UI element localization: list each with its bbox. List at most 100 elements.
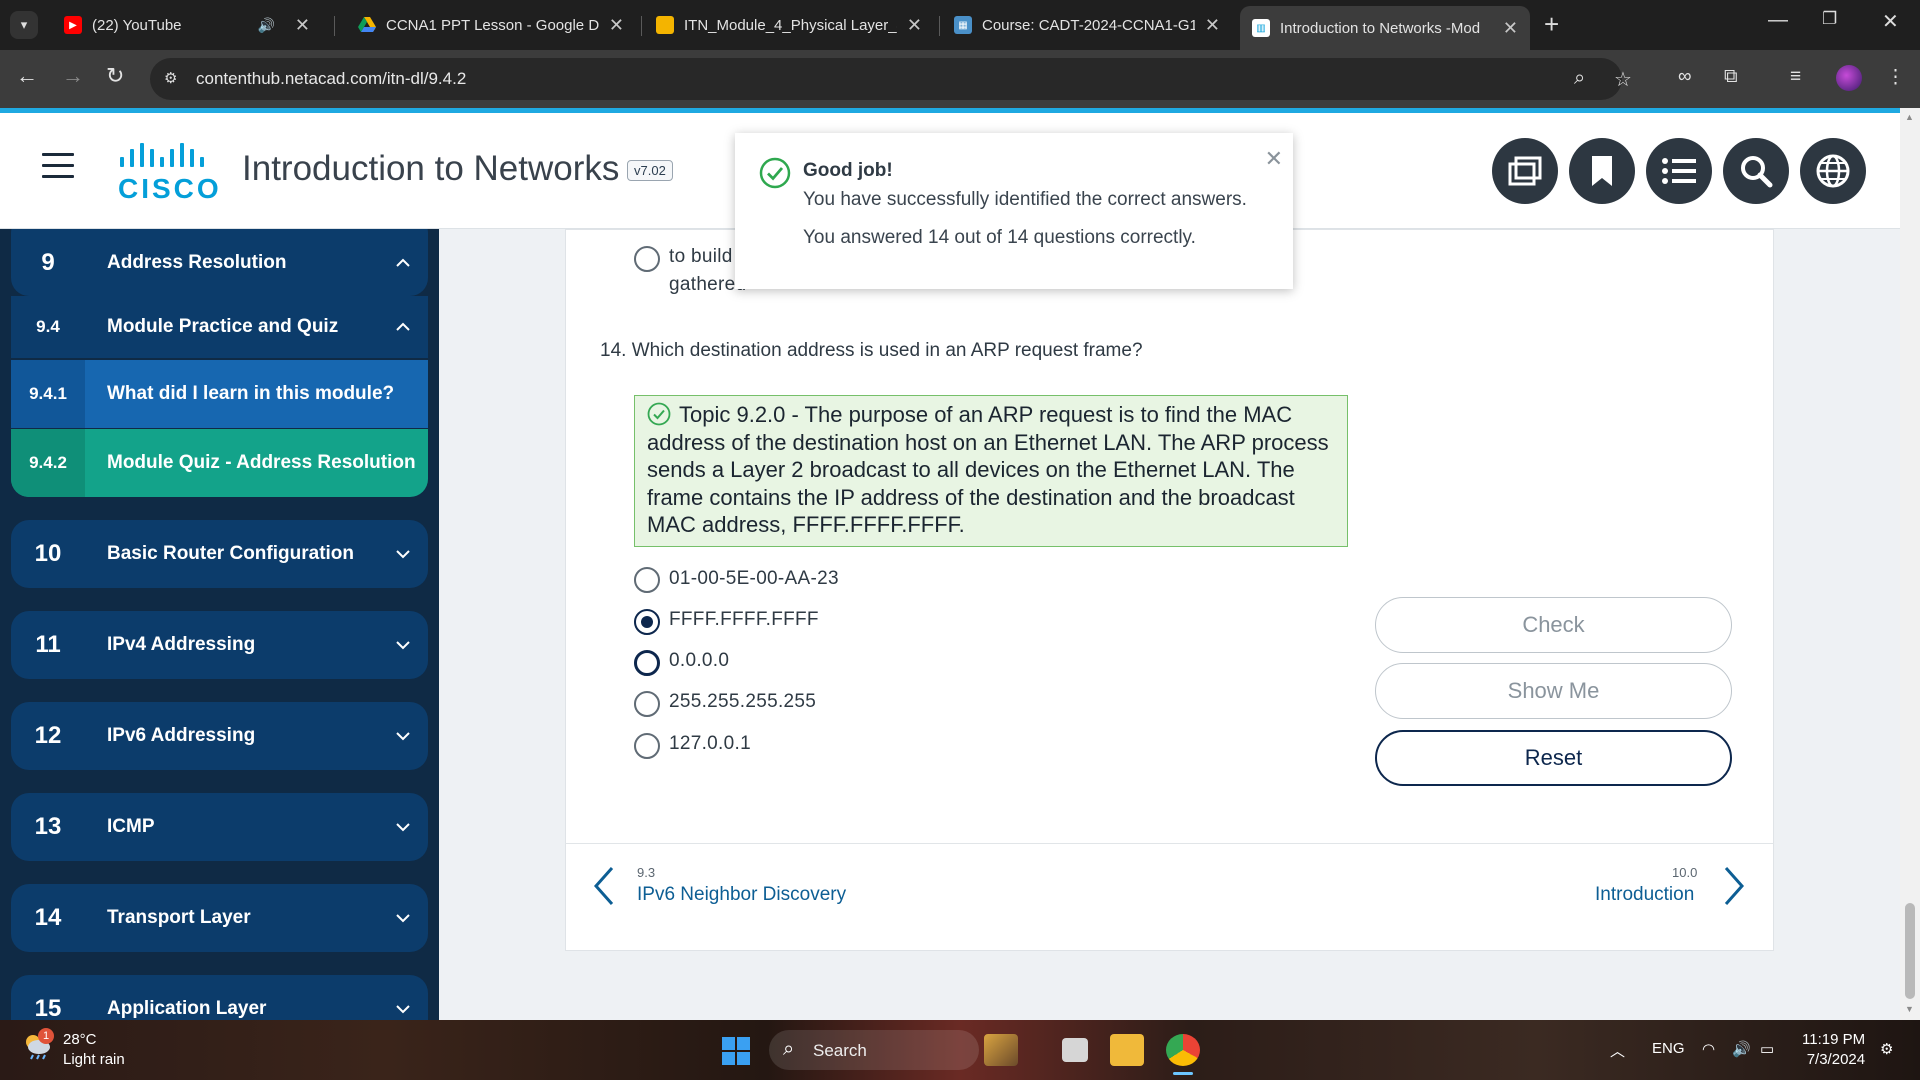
chevron-down-icon[interactable] (396, 638, 410, 652)
active-app-indicator (1173, 1072, 1193, 1075)
radio-option-4[interactable] (634, 691, 660, 717)
books-app-icon[interactable] (984, 1034, 1018, 1066)
chevron-down-icon[interactable] (396, 911, 410, 925)
reload-icon[interactable]: ↻ (106, 63, 124, 89)
next-section-link[interactable]: Introduction (1595, 884, 1694, 906)
sidebar-module-9[interactable]: 9 Address Resolution (11, 229, 428, 296)
tab-introduction-to-networks[interactable]: ▥ Introduction to Networks -Mod ✕ (1240, 6, 1530, 50)
radio-button[interactable] (634, 246, 660, 272)
page-scrollbar[interactable]: ▲ ▼ (1900, 108, 1920, 1020)
option-text[interactable]: FFFF.FFFF.FFFF (669, 609, 819, 631)
weather-condition[interactable]: Light rain (63, 1051, 125, 1068)
chevron-down-icon[interactable] (396, 1002, 410, 1016)
restore-icon[interactable]: ❐ (1822, 9, 1837, 29)
close-window-icon[interactable]: ✕ (1882, 9, 1899, 34)
chrome-icon[interactable] (1166, 1034, 1200, 1066)
sidebar-module-12[interactable]: 12 IPv6 Addressing (11, 702, 428, 770)
new-tab-button[interactable]: + (1544, 10, 1559, 38)
volume-icon[interactable]: 🔊 (1732, 1040, 1751, 1058)
notifications-icon[interactable]: ⚙ (1880, 1040, 1893, 1058)
language-indicator[interactable]: ENG (1652, 1040, 1685, 1057)
sidebar-module-15[interactable]: 15 Application Layer (11, 975, 428, 1020)
option-text[interactable]: 127.0.0.1 (669, 733, 751, 755)
index-button[interactable] (1646, 138, 1712, 204)
chevron-up-icon[interactable] (396, 256, 410, 270)
zoom-icon[interactable]: ⌕ (1574, 67, 1585, 90)
check-button[interactable]: Check (1375, 597, 1732, 653)
sidebar-section-9-4[interactable]: 9.4 Module Practice and Quiz (11, 296, 428, 358)
extension-icon[interactable]: ∞ (1678, 66, 1692, 88)
weather-temperature[interactable]: 28°C (63, 1031, 97, 1048)
forward-icon[interactable]: → (62, 63, 84, 89)
puzzle-icon[interactable]: ⧉ (1724, 66, 1738, 88)
tab-search-button[interactable]: ▾ (10, 11, 38, 39)
course-sidebar: 9 Address Resolution 9.4 Module Practice… (0, 229, 439, 1020)
option-text[interactable]: 255.255.255.255 (669, 691, 816, 713)
tab-google-drive[interactable]: CCNA1 PPT Lesson - Google Dr ✕ (346, 8, 636, 42)
radio-option-1[interactable] (634, 567, 660, 593)
chevron-up-icon[interactable] (396, 320, 410, 334)
chevron-down-icon[interactable] (396, 820, 410, 834)
close-tab-icon[interactable]: ✕ (1503, 18, 1518, 39)
back-icon[interactable]: ← (16, 63, 38, 89)
scrollbar-thumb[interactable] (1905, 903, 1915, 999)
tray-overflow-icon[interactable]: ︿ (1610, 1040, 1625, 1061)
option-text[interactable]: 01-00-5E-00-AA-23 (669, 568, 839, 590)
task-view-icon[interactable] (1062, 1038, 1088, 1062)
radio-option-5[interactable] (634, 733, 660, 759)
wifi-icon[interactable]: ◠ (1702, 1040, 1715, 1058)
close-tab-icon[interactable]: ✕ (1205, 15, 1220, 36)
scroll-down-arrow-icon[interactable]: ▼ (1905, 1004, 1914, 1014)
taskbar-search[interactable]: ⌕ Search (769, 1030, 979, 1070)
sidebar-module-11[interactable]: 11 IPv4 Addressing (11, 611, 428, 679)
speaker-icon[interactable]: 🔊 (257, 17, 274, 34)
prev-section-link[interactable]: IPv6 Neighbor Discovery (637, 884, 846, 906)
file-explorer-icon[interactable] (1110, 1034, 1144, 1066)
media-control-icon[interactable]: ≡ (1790, 66, 1801, 88)
chevron-down-icon[interactable] (396, 547, 410, 561)
bookmark-button[interactable] (1569, 138, 1635, 204)
sidebar-module-10[interactable]: 10 Basic Router Configuration (11, 520, 428, 588)
tab-youtube[interactable]: ▶ (22) YouTube 🔊 ✕ (52, 8, 322, 42)
course-title: Introduction to Networks (242, 149, 620, 188)
close-tab-icon[interactable]: ✕ (295, 15, 310, 36)
url-text[interactable]: contenthub.netacad.com/itn-dl/9.4.2 (196, 69, 466, 89)
search-button[interactable] (1723, 138, 1789, 204)
show-me-button[interactable]: Show Me (1375, 663, 1732, 719)
browser-menu-icon[interactable]: ⋮ (1886, 66, 1905, 89)
sidebar-module-13[interactable]: 13 ICMP (11, 793, 428, 861)
start-button[interactable] (722, 1037, 750, 1065)
site-info-icon[interactable]: ⚙ (164, 69, 177, 87)
chevron-right-icon[interactable] (1722, 866, 1746, 906)
close-tab-icon[interactable]: ✕ (907, 15, 922, 36)
clock[interactable]: 11:19 PM 7/3/2024 (1802, 1030, 1865, 1070)
chevron-down-icon[interactable] (396, 729, 410, 743)
tab-slides[interactable]: ITN_Module_4_Physical Layer_4 ✕ (644, 8, 934, 42)
address-bar[interactable]: ⚙ contenthub.netacad.com/itn-dl/9.4.2 ⌕ … (150, 58, 1632, 100)
close-icon[interactable]: ✕ (1265, 146, 1283, 172)
sidebar-module-14[interactable]: 14 Transport Layer (11, 884, 428, 952)
scroll-up-arrow-icon[interactable]: ▲ (1905, 112, 1914, 122)
minimize-icon[interactable]: — (1768, 9, 1788, 32)
sidebar-item-9-4-2[interactable]: 9.4.2 Module Quiz - Address Resolution (11, 429, 428, 497)
battery-icon[interactable]: ▭ (1760, 1040, 1774, 1058)
hamburger-menu-icon[interactable] (42, 153, 74, 179)
tab-course[interactable]: ▦ Course: CADT-2024-CCNA1-G1 ✕ (942, 8, 1232, 42)
option-text[interactable]: 0.0.0.0 (669, 650, 729, 672)
sidebar-item-9-4-1[interactable]: 9.4.1 What did I learn in this module? (11, 360, 428, 428)
resources-button[interactable] (1492, 138, 1558, 204)
toast-message: You have successfully identified the cor… (803, 189, 1247, 210)
slides-icon (656, 16, 674, 34)
radio-option-2-selected[interactable] (634, 609, 660, 635)
feedback-box: Topic 9.2.0 - The purpose of an ARP requ… (634, 395, 1348, 547)
bookmark-star-icon[interactable]: ☆ (1614, 67, 1632, 92)
close-tab-icon[interactable]: ✕ (609, 15, 624, 36)
profile-avatar[interactable] (1836, 65, 1862, 91)
language-button[interactable] (1800, 138, 1866, 204)
check-circle-icon (759, 157, 791, 189)
reset-button[interactable]: Reset (1375, 730, 1732, 786)
question-text: 14. Which destination address is used in… (600, 340, 1143, 361)
bookmark-icon (1592, 156, 1612, 186)
radio-option-3[interactable] (634, 650, 660, 676)
chevron-left-icon[interactable] (592, 866, 616, 906)
